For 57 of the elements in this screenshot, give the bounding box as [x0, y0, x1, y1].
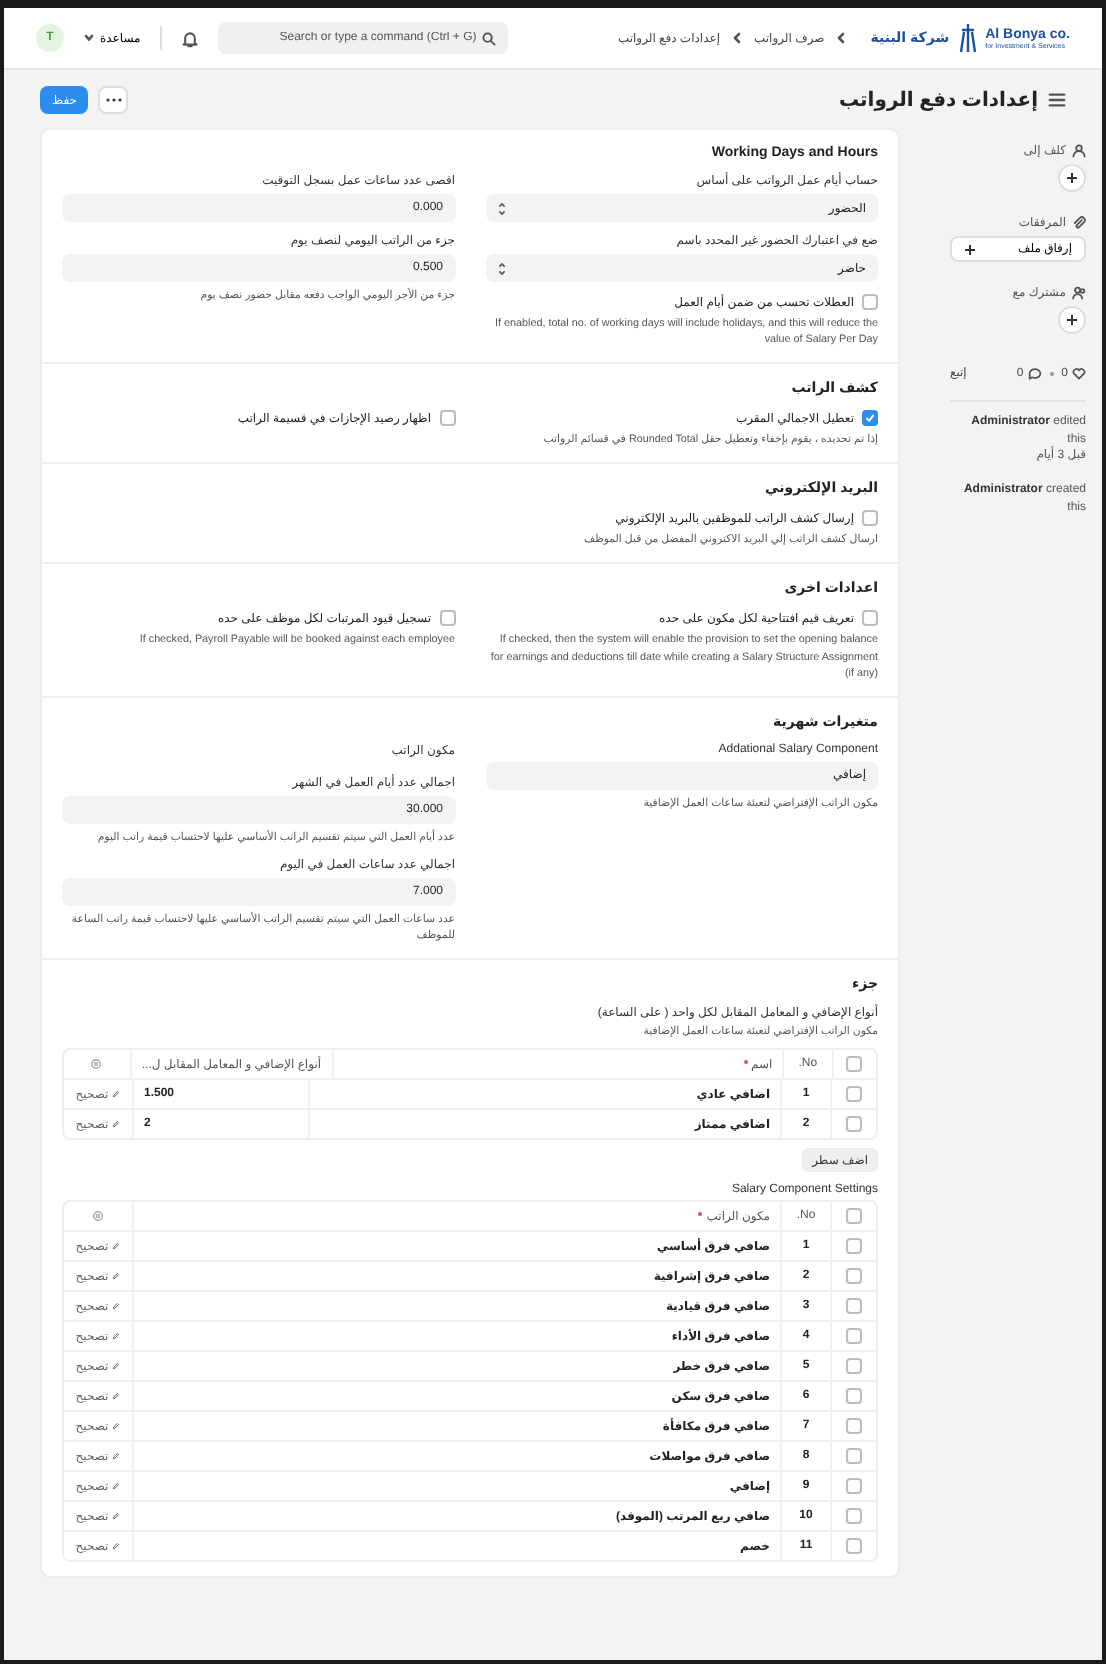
more-button[interactable]	[98, 86, 129, 114]
checkbox[interactable]	[862, 510, 878, 527]
pencil-icon	[112, 1272, 121, 1281]
checkbox[interactable]	[846, 1358, 862, 1375]
pencil-icon	[112, 1452, 121, 1461]
users-icon	[1072, 286, 1086, 300]
checkbox[interactable]	[846, 1056, 863, 1073]
plus-icon	[964, 243, 976, 255]
tower-logo-icon	[957, 22, 978, 54]
settings-icon	[92, 1210, 104, 1223]
page-title: إعدادات دفع الرواتب	[838, 89, 1038, 111]
checkbox[interactable]	[846, 1298, 862, 1315]
checkbox[interactable]	[862, 410, 878, 427]
pencil-icon	[112, 1512, 121, 1521]
checkbox[interactable]	[846, 1538, 862, 1555]
bell-icon	[182, 29, 199, 47]
search-icon	[482, 31, 497, 45]
pencil-icon	[112, 1332, 121, 1341]
paperclip-icon	[1072, 216, 1086, 230]
pencil-icon	[112, 1120, 121, 1129]
checkbox[interactable]	[846, 1478, 862, 1495]
chevron-icon	[836, 32, 847, 44]
checkbox[interactable]	[862, 610, 878, 627]
settings-icon	[90, 1058, 103, 1071]
caret-down-icon	[84, 34, 94, 42]
checkbox[interactable]	[846, 1086, 862, 1103]
menu-icon	[1048, 92, 1066, 108]
pencil-icon	[112, 1242, 121, 1251]
heart-icon	[1072, 367, 1086, 379]
plus-icon	[1066, 314, 1078, 326]
pencil-icon	[112, 1392, 121, 1401]
checkbox[interactable]	[846, 1418, 862, 1435]
checkbox[interactable]	[846, 1116, 862, 1133]
pencil-icon	[112, 1302, 121, 1311]
comment-icon	[1027, 367, 1042, 379]
pencil-icon	[112, 1482, 121, 1491]
checkbox[interactable]	[846, 1328, 862, 1345]
checkbox[interactable]	[439, 610, 455, 627]
pencil-icon	[112, 1362, 121, 1371]
pencil-icon	[112, 1542, 121, 1551]
checkbox[interactable]	[846, 1388, 862, 1405]
pencil-icon	[112, 1422, 121, 1431]
checkbox[interactable]	[846, 1208, 862, 1225]
checkbox[interactable]	[846, 1508, 862, 1525]
plus-icon	[1066, 172, 1078, 184]
checkbox[interactable]	[862, 294, 878, 310]
updown-icon	[497, 201, 505, 215]
chevron-icon	[732, 32, 742, 44]
checkbox[interactable]	[846, 1238, 862, 1255]
updown-icon	[497, 261, 505, 275]
checkbox[interactable]	[846, 1448, 862, 1465]
checkbox[interactable]	[846, 1268, 862, 1285]
add-button[interactable]	[1058, 306, 1086, 334]
pencil-icon	[112, 1090, 121, 1099]
checkbox[interactable]	[439, 410, 455, 427]
user-plus-icon	[1072, 144, 1086, 158]
add-button[interactable]	[1058, 164, 1086, 192]
